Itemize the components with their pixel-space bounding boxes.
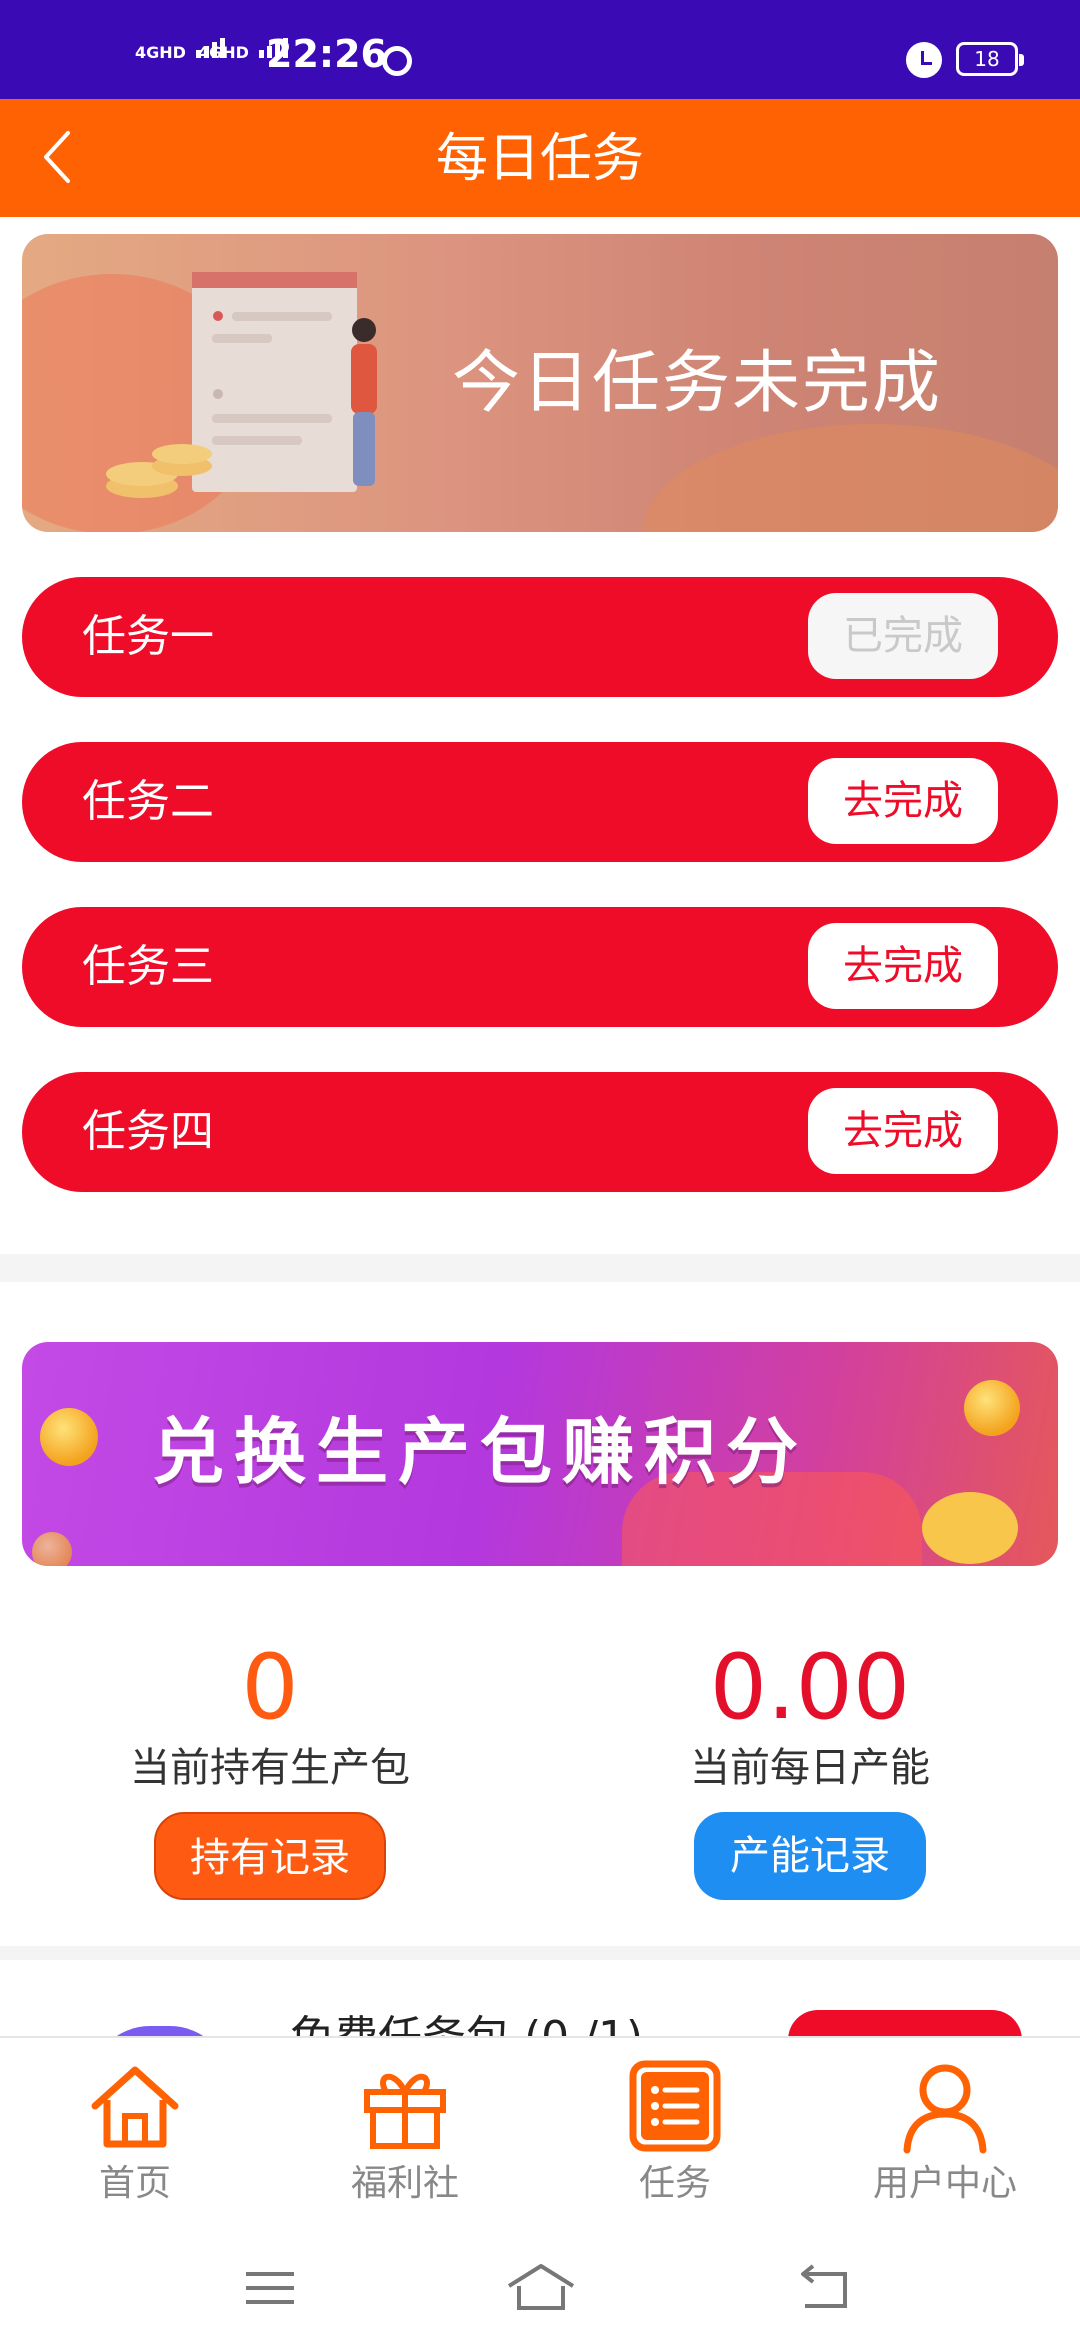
task-status-banner: 今日任务未完成 [22,234,1058,532]
capacity-records-button[interactable]: 产能记录 [694,1812,926,1900]
battery-icon: 18 [956,42,1024,76]
home-icon [91,2066,179,2148]
task-name: 任务一 [82,611,214,662]
user-icon [903,2064,987,2154]
go-complete-button[interactable]: 去完成 [808,923,998,1009]
task-completed-button[interactable]: 已完成 [808,593,998,679]
go-complete-button[interactable]: 去完成 [808,1088,998,1174]
capacity-value: 0.00 [709,1635,911,1740]
task-row-4: 任务四 去完成 [22,1072,1058,1192]
piggy-bank-icon [922,1492,1018,1564]
task-name: 任务二 [82,776,214,827]
alarm-icon [906,42,942,78]
task-name: 任务三 [82,941,214,992]
nav-label: 任务 [638,2163,711,2204]
page-title: 每日任务 [435,129,644,189]
task-row-2: 任务二 去完成 [22,742,1058,862]
promo-text: 兑换生产包赚积分 [152,1410,809,1494]
section-divider [0,1254,1080,1282]
checklist-illustration [106,272,377,498]
task-name: 任务四 [82,1106,214,1157]
holding-records-button[interactable]: 持有记录 [154,1812,386,1900]
coin-icon [964,1380,1020,1436]
task-row-1: 任务一 已完成 [22,577,1058,697]
nav-item-tasks[interactable]: 任务 [540,2056,810,2206]
section-divider [0,1946,1080,1960]
holding-value: 0 [241,1635,299,1740]
nav-label: 首页 [98,2163,171,2204]
bottom-navigation: 首页 福利社 任务 用户中心 [0,2036,1080,2236]
nav-item-user-center[interactable]: 用户中心 [810,2056,1080,2206]
task-status-text: 今日任务未完成 [452,344,943,423]
capacity-stat: 0.00 当前每日产能 [540,1640,1080,1794]
holding-label: 当前持有生产包 [130,1745,410,1791]
task-row-3: 任务三 去完成 [22,907,1058,1027]
gift-icon [364,2073,446,2149]
nav-item-welfare[interactable]: 福利社 [270,2056,540,2206]
status-bar: 4GHD 4GHD 22:26 18 [0,0,1080,99]
go-complete-button[interactable]: 去完成 [808,758,998,844]
coin-icon [40,1408,98,1466]
system-navigation-bar [0,2236,1080,2340]
clock-time: 22:26 [266,32,387,76]
holding-stat: 0 当前持有生产包 [0,1640,540,1794]
home-button-icon[interactable] [505,2260,577,2316]
back-button-icon[interactable] [795,2260,855,2316]
nav-label: 福利社 [350,2163,459,2204]
app-header: 每日任务 [0,99,1080,217]
task-list-icon [629,2060,721,2152]
nav-label: 用户中心 [872,2163,1017,2204]
search-notification-icon [382,46,412,76]
nav-item-home[interactable]: 首页 [0,2056,270,2206]
menu-icon[interactable] [240,2260,300,2316]
exchange-promo-banner[interactable]: 兑换生产包赚积分 [22,1342,1058,1566]
capacity-label: 当前每日产能 [690,1745,930,1791]
